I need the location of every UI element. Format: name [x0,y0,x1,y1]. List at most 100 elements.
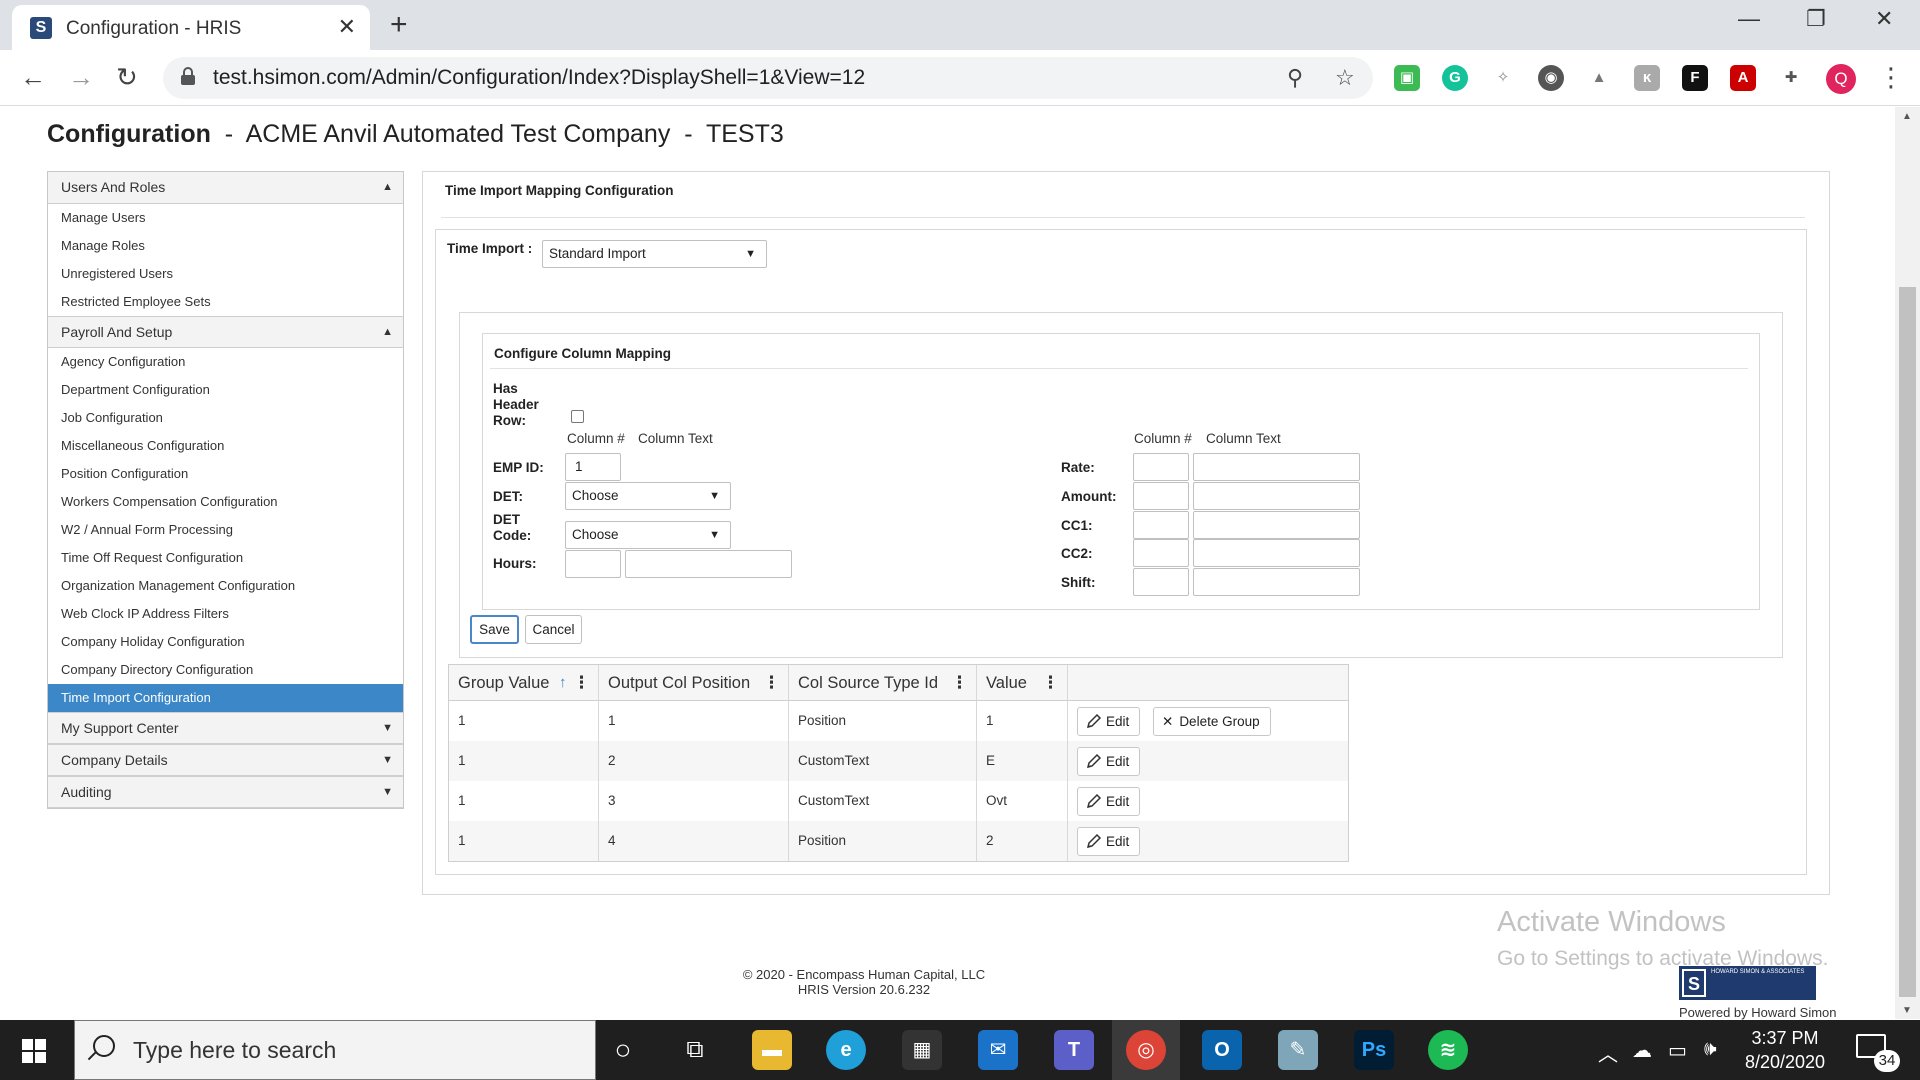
det-code-select[interactable]: Choose ▼ [565,521,731,549]
sort-up-arrow-icon[interactable]: ↑ [559,665,567,701]
column-menu-icon[interactable]: ⋮ [573,665,590,701]
profile-avatar[interactable]: Q [1826,64,1856,94]
url-text[interactable]: test.hsimon.com/Admin/Configuration/Inde… [213,66,865,90]
rate-column-input[interactable] [1133,453,1189,481]
sidebar-item[interactable]: Manage Roles [48,232,403,260]
taskbar-search-box[interactable]: Type here to search [74,1020,596,1080]
new-tab-plus-icon[interactable]: + [390,8,408,42]
task-view-icon[interactable]: ⧉ [675,1030,715,1070]
notepad-icon[interactable]: ✎ [1278,1030,1318,1070]
sidebar-item[interactable]: Company Directory Configuration [48,656,403,684]
extension-green-icon[interactable]: ▣ [1394,65,1420,91]
acrobat-icon[interactable]: A [1730,65,1756,91]
time-import-select[interactable]: Standard Import ▼ [542,240,767,268]
expand-arrow-down-icon[interactable]: ▼ [382,745,393,776]
taskbar-clock[interactable]: 3:37 PM 8/20/2020 [1730,1026,1840,1074]
outlook-icon[interactable]: O [1202,1030,1242,1070]
sidebar-item[interactable]: Time Import Configuration [48,684,403,712]
teams-icon[interactable]: T [1054,1030,1094,1070]
column-menu-icon[interactable]: ⋮ [951,665,968,701]
extension-f-icon[interactable]: F [1682,65,1708,91]
sidebar-item[interactable]: Miscellaneous Configuration [48,432,403,460]
extension-gray-icon[interactable]: ĸ [1634,65,1660,91]
sidebar-section-header[interactable]: My Support Center ▼ [48,712,403,744]
scrollbar-thumb[interactable] [1899,287,1916,997]
sidebar-item[interactable]: Position Configuration [48,460,403,488]
shift-text-input[interactable] [1193,568,1360,596]
grid-header-output-col-position[interactable]: Output Col Position ⋮ [599,665,789,701]
sidebar-item[interactable]: Department Configuration [48,376,403,404]
extension-puzzle-outline-icon[interactable]: ✧ [1490,65,1516,91]
browser-menu-icon[interactable]: ⋮ [1878,62,1904,93]
cc2-column-input[interactable] [1133,539,1189,567]
browser-tab[interactable]: S Configuration - HRIS ✕ [12,5,370,50]
forward-arrow-icon[interactable]: → [68,62,94,93]
edit-button[interactable]: Edit [1077,787,1141,816]
edit-button[interactable]: Edit [1077,747,1141,776]
grid-header-group-value[interactable]: Group Value ↑ ⋮ [449,665,599,701]
expand-arrow-down-icon[interactable]: ▼ [382,713,393,744]
delete-group-button[interactable]: ✕ Delete Group [1153,707,1271,736]
bookmark-star-icon[interactable]: ☆ [1335,65,1355,91]
collapse-arrow-up-icon[interactable]: ▲ [382,317,393,348]
edit-button[interactable]: Edit [1077,707,1141,736]
scroll-down-arrow-icon[interactable]: ▼ [1902,1005,1912,1016]
sidebar-item[interactable]: Agency Configuration [48,348,403,376]
collapse-arrow-up-icon[interactable]: ▲ [382,172,393,203]
sidebar-item[interactable]: Web Clock IP Address Filters [48,600,403,628]
sidebar-item[interactable]: Workers Compensation Configuration [48,488,403,516]
zoom-magnifier-icon[interactable]: ⚲ [1287,65,1303,91]
sidebar-section-header[interactable]: Payroll And Setup ▲ [48,316,403,348]
window-close-icon[interactable]: ✕ [1875,6,1893,32]
scroll-up-arrow-icon[interactable]: ▲ [1902,111,1912,122]
spotify-icon[interactable]: ≋ [1428,1030,1468,1070]
reload-icon[interactable]: ↻ [116,62,138,93]
address-bar[interactable]: test.hsimon.com/Admin/Configuration/Inde… [163,57,1373,99]
microsoft-store-icon[interactable]: ▦ [902,1030,942,1070]
windows-start-icon[interactable] [22,1039,46,1063]
cortana-circle-icon[interactable]: ○ [603,1030,643,1070]
volume-icon[interactable]: 🕪 [1704,1038,1717,1061]
sidebar-item[interactable]: Unregistered Users [48,260,403,288]
grid-header-col-source-type-id[interactable]: Col Source Type Id ⋮ [789,665,977,701]
has-header-checkbox[interactable] [571,410,584,423]
sidebar-item[interactable]: Time Off Request Configuration [48,544,403,572]
cc1-text-input[interactable] [1193,511,1360,539]
amount-text-input[interactable] [1193,482,1360,510]
column-menu-icon[interactable]: ⋮ [1042,665,1059,701]
sidebar-section-header[interactable]: Company Details ▼ [48,744,403,776]
emp-id-column-input[interactable]: 1 [565,453,621,481]
file-explorer-icon[interactable]: ▬ [752,1030,792,1070]
grid-header-value[interactable]: Value ⋮ [977,665,1068,701]
det-select[interactable]: Choose ▼ [565,482,731,510]
grammarly-icon[interactable]: G [1442,65,1468,91]
minimize-icon[interactable]: — [1738,6,1760,32]
google-drive-icon[interactable]: ▲ [1586,65,1612,91]
page-scrollbar[interactable]: ▲ ▼ [1895,107,1920,1019]
hours-text-input[interactable] [625,550,792,578]
sidebar-section-header[interactable]: Auditing ▼ [48,776,403,808]
tray-chevron-up-icon[interactable]: ︿ [1598,1038,1618,1067]
sidebar-item[interactable]: Restricted Employee Sets [48,288,403,316]
photoshop-icon[interactable]: Ps [1354,1030,1394,1070]
shift-column-input[interactable] [1133,568,1189,596]
sidebar-item[interactable]: Job Configuration [48,404,403,432]
amount-column-input[interactable] [1133,482,1189,510]
sidebar-item[interactable]: Company Holiday Configuration [48,628,403,656]
hours-column-input[interactable] [565,550,621,578]
edge-icon[interactable]: e [826,1030,866,1070]
mail-icon[interactable]: ✉ [978,1030,1018,1070]
sidebar-item[interactable]: Organization Management Configuration [48,572,403,600]
sidebar-section-header[interactable]: Users And Roles ▲ [48,172,403,204]
rate-text-input[interactable] [1193,453,1360,481]
sidebar-item[interactable]: W2 / Annual Form Processing [48,516,403,544]
cc1-column-input[interactable] [1133,511,1189,539]
cc2-text-input[interactable] [1193,539,1360,567]
network-icon[interactable]: ▭ [1668,1038,1687,1063]
restore-icon[interactable]: ❐ [1806,6,1826,32]
sidebar-item[interactable]: Manage Users [48,204,403,232]
save-button[interactable]: Save [470,615,519,644]
extensions-puzzle-icon[interactable]: ✚ [1778,65,1804,91]
expand-arrow-down-icon[interactable]: ▼ [382,777,393,808]
extension-shield-icon[interactable]: ◉ [1538,65,1564,91]
